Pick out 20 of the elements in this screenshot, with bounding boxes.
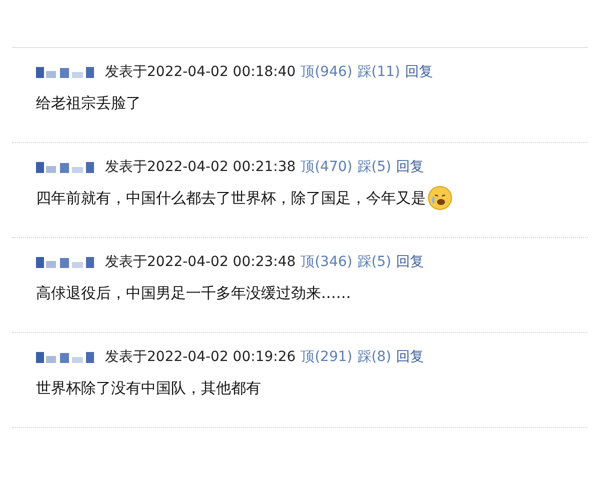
post-time: 发表于2022-04-02 00:19:26 <box>105 348 296 366</box>
reply-link[interactable]: 回复 <box>396 253 424 271</box>
upvote-link[interactable]: 顶(291) <box>300 348 352 366</box>
post-time: 发表于2022-04-02 00:18:40 <box>105 63 296 81</box>
comment-text: 给老祖宗丢脸了 <box>36 94 141 112</box>
post-time: 发表于2022-04-02 00:23:48 <box>105 253 296 271</box>
downvote-link[interactable]: 踩(8) <box>357 348 392 366</box>
comment-text: 四年前就有，中国什么都去了世界杯，除了国足，今年又是 <box>36 188 426 208</box>
reply-link[interactable]: 回复 <box>405 63 434 81</box>
upvote-link[interactable]: 顶(946) <box>300 63 352 81</box>
reply-link[interactable]: 回复 <box>396 348 424 366</box>
downvote-link[interactable]: 踩(11) <box>357 63 400 81</box>
downvote-link[interactable]: 踩(5) <box>357 253 392 271</box>
upvote-link[interactable]: 顶(470) <box>300 158 352 176</box>
reply-link[interactable]: 回复 <box>396 158 424 176</box>
upvote-link[interactable]: 顶(346) <box>300 253 352 271</box>
downvote-link[interactable]: 踩(5) <box>357 158 392 176</box>
comment-text: 世界杯除了没有中国队，其他都有 <box>36 378 261 398</box>
post-time: 发表于2022-04-02 00:21:38 <box>105 158 296 176</box>
comment-text: 高俅退役后，中国男足一千多年没缓过劲来…… <box>36 284 351 302</box>
